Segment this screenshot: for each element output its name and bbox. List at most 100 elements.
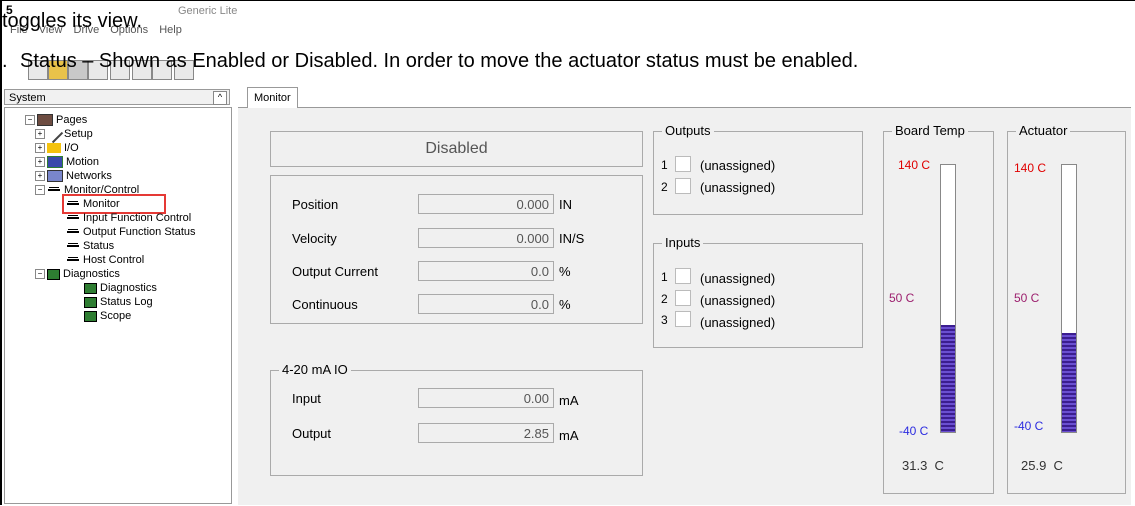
analog-output-label: Output <box>292 426 332 441</box>
tree-item-pages[interactable]: − Pages <box>25 113 87 127</box>
collapse-icon[interactable]: − <box>35 269 45 280</box>
tree-item-scope[interactable]: Scope <box>84 309 131 323</box>
input-2-indicator <box>675 290 691 306</box>
tree-label-pages: Pages <box>56 114 88 126</box>
book-icon <box>37 114 53 127</box>
menu-help[interactable]: Help <box>159 24 182 36</box>
tab-monitor[interactable]: Monitor <box>247 87 298 108</box>
tree-label-host-control: Host Control <box>83 254 145 266</box>
input-1-number: 1 <box>661 270 668 284</box>
actuator-bar-fill <box>1062 333 1076 432</box>
tree-item-io[interactable]: + I/O <box>35 141 79 155</box>
monitor-control-icon <box>47 185 61 196</box>
actuator-max-label: 140 C <box>1014 161 1047 175</box>
network-icon <box>47 170 63 183</box>
input-3-indicator <box>675 311 691 327</box>
actuator-mid-label: 50 C <box>1014 291 1040 305</box>
collapse-icon[interactable]: − <box>25 115 35 126</box>
expand-icon[interactable]: + <box>35 143 45 154</box>
inputs-title: Inputs <box>662 235 704 250</box>
tree-label-networks: Networks <box>66 170 112 182</box>
actuator-bar-track <box>1061 164 1077 433</box>
input-1-label: (unassigned) <box>700 271 776 286</box>
tree-item-host-control[interactable]: Host Control <box>66 253 144 267</box>
input-2-label: (unassigned) <box>700 293 776 308</box>
velocity-value: 0.000 <box>418 228 554 248</box>
board-temp-title: Board Temp <box>892 123 968 138</box>
tree-item-setup[interactable]: + Setup <box>35 124 93 144</box>
app-title: Generic Lite <box>178 5 238 17</box>
board-temp-bar-track <box>940 164 956 433</box>
tree-label-io: I/O <box>64 142 79 154</box>
io-icon <box>47 143 61 154</box>
analog-input-value: 0.00 <box>418 388 554 408</box>
analog-output-unit: mA <box>559 428 579 443</box>
tree-label-output-function-status: Output Function Status <box>83 226 196 238</box>
collapse-up-icon[interactable]: ^ <box>213 91 227 105</box>
tree-item-output-function-status[interactable]: Output Function Status <box>66 225 196 239</box>
expand-icon[interactable]: + <box>35 157 45 168</box>
tree-item-networks[interactable]: + Networks <box>35 169 112 183</box>
collapse-icon[interactable]: − <box>35 185 45 196</box>
tree-item-motion[interactable]: + Motion <box>35 155 99 169</box>
analog-io-title: 4-20 mA IO <box>279 362 351 377</box>
input-3-label: (unassigned) <box>700 315 776 330</box>
tree-item-input-function-control[interactable]: Input Function Control <box>66 211 191 225</box>
board-temp-gauge: Board Temp <box>883 123 994 494</box>
continuous-value: 0.0 <box>418 294 554 314</box>
doc-text-line-1: toggles its view. <box>2 10 143 32</box>
motion-arrows-icon <box>47 156 63 169</box>
continuous-unit: % <box>559 297 571 312</box>
outputs-title: Outputs <box>662 123 714 138</box>
actuator-min-label: -40 C <box>1014 419 1044 433</box>
board-temp-bar-fill <box>941 325 955 432</box>
app-icon: 5 <box>6 3 13 17</box>
tree-label-status-log: Status Log <box>100 296 153 308</box>
tree-label-diagnostics-group: Diagnostics <box>63 268 120 280</box>
board-temp-min-label: -40 C <box>899 424 929 438</box>
tree-label-diagnostics: Diagnostics <box>100 282 157 294</box>
position-value: 0.000 <box>418 194 554 214</box>
tree-label-status: Status <box>83 240 115 252</box>
output-1-indicator <box>675 156 691 172</box>
velocity-unit: IN/S <box>559 231 585 246</box>
actuator-title: Actuator <box>1016 123 1071 138</box>
diagnostics-icon <box>47 268 60 280</box>
board-temp-max-label: 140 C <box>898 158 931 172</box>
actuator-reading: 25.9 <box>1021 458 1047 473</box>
input-3-number: 3 <box>661 313 668 327</box>
output-current-value: 0.0 <box>418 261 554 281</box>
tree-label-setup: Setup <box>64 128 93 140</box>
status-log-icon <box>84 296 97 308</box>
analog-output-value: 2.85 <box>418 423 554 443</box>
continuous-label: Continuous <box>292 297 358 312</box>
input-2-number: 2 <box>661 292 668 306</box>
status-icon <box>66 241 80 252</box>
input-function-icon <box>66 213 80 224</box>
position-label: Position <box>292 197 339 212</box>
velocity-label: Velocity <box>292 231 337 246</box>
drive-status-display: Disabled <box>270 131 643 167</box>
tree-item-status[interactable]: Status <box>66 239 114 253</box>
board-temp-value: 31.3 C <box>902 458 944 473</box>
analog-input-unit: mA <box>559 393 579 408</box>
doc-text-line-2-prefix: . <box>2 50 8 72</box>
tree-item-diagnostics-group[interactable]: − Diagnostics <box>35 267 120 281</box>
output-1-number: 1 <box>661 158 668 172</box>
actuator-unit: C <box>1053 458 1063 473</box>
tree-item-status-log[interactable]: Status Log <box>84 295 153 309</box>
diagnostics-icon <box>84 282 97 294</box>
board-temp-reading: 31.3 <box>902 458 928 473</box>
output-function-icon <box>66 227 80 238</box>
output-1-label: (unassigned) <box>700 158 776 173</box>
actuator-value: 25.9 C <box>1021 458 1063 473</box>
tree-item-diagnostics[interactable]: Diagnostics <box>84 281 157 295</box>
outputs-group: Outputs <box>653 123 863 215</box>
output-2-label: (unassigned) <box>700 180 776 195</box>
output-2-number: 2 <box>661 180 668 194</box>
board-temp-mid-label: 50 C <box>889 291 915 305</box>
output-current-unit: % <box>559 264 571 279</box>
tree-label-scope: Scope <box>100 310 132 322</box>
expand-icon[interactable]: + <box>35 171 45 182</box>
system-panel-header: System ^ <box>4 89 230 105</box>
